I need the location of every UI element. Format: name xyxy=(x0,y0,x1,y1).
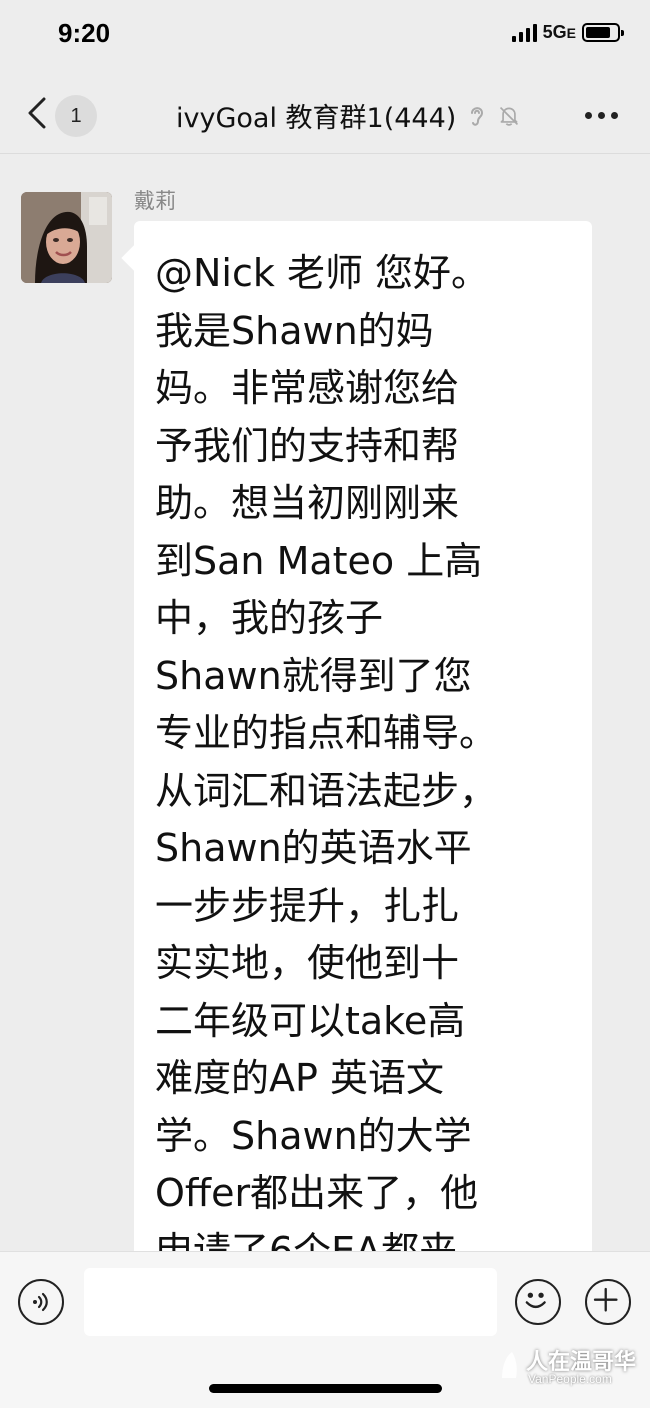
chevron-left-icon xyxy=(28,97,46,129)
back-button[interactable] xyxy=(26,96,54,130)
message-line: 二年级可以take高 xyxy=(155,998,466,1043)
message-text: @Nick 老师 您好。 我是Shawn的妈 妈。非常感谢您给 予我们的支持和帮 助。想… xyxy=(155,245,574,1251)
message-line: 实实地，使他到十 xyxy=(155,941,460,985)
message-line: 难度的AP 英语文 xyxy=(155,1056,444,1100)
plus-icon xyxy=(593,1287,618,1312)
voice-icon xyxy=(33,1292,48,1312)
message-line: 一步步提升，扎扎 xyxy=(155,883,460,928)
message-line: Shawn就得到了您 xyxy=(155,653,472,698)
watermark: 人在温哥华 VanPeople.com xyxy=(496,1344,650,1390)
message-bubble[interactable]: @Nick 老师 您好。 我是Shawn的妈 妈。非常感谢您给 予我们的支持和帮 助。想… xyxy=(134,221,592,1251)
message-line: @Nick 老师 您好。 xyxy=(155,251,490,295)
message-line: 予我们的支持和帮 xyxy=(155,423,460,468)
nav-bar: 1 ivyGoal 教育群1(444) xyxy=(0,70,650,154)
chat-title-group[interactable]: ivyGoal 教育群1(444) xyxy=(176,96,520,135)
dot xyxy=(611,112,618,119)
message-line: Offer都出来了，他 xyxy=(155,1171,479,1215)
chat-area[interactable]: 戴莉 @Nick 老师 您好。 我是Shawn的妈 妈。非常感谢您给 予我们的支持和帮… xyxy=(0,155,650,1251)
emoji-button[interactable] xyxy=(515,1279,561,1325)
message-line: 学。Shawn的大学 xyxy=(155,1113,472,1158)
more-button[interactable] xyxy=(585,112,618,119)
ear-icon xyxy=(471,106,484,126)
muted-bell-icon xyxy=(500,106,519,126)
message-line: 我是Shawn的妈 xyxy=(155,308,434,353)
battery-icon xyxy=(582,23,624,42)
sender-name: 戴莉 xyxy=(134,189,176,213)
message-line: 从词汇和语法起步， xyxy=(155,768,498,813)
watermark-logo-icon xyxy=(502,1352,517,1378)
unread-badge[interactable]: 1 xyxy=(55,95,97,137)
message-line: 中，我的孩子 xyxy=(155,596,384,640)
status-indicators: 5GE xyxy=(511,22,624,43)
message-line: Shawn的英语水平 xyxy=(155,826,472,870)
status-bar: 9:20 5GE xyxy=(0,0,650,70)
dot xyxy=(585,112,592,119)
home-indicator xyxy=(209,1384,442,1393)
network-type: 5GE xyxy=(542,22,576,42)
message-line: 专业的指点和辅导。 xyxy=(155,711,498,755)
message-input[interactable] xyxy=(84,1268,497,1336)
plus-button[interactable] xyxy=(585,1279,631,1325)
message-line: 妈。非常感谢您给 xyxy=(155,366,460,410)
chat-title: ivyGoal 教育群1(444) xyxy=(176,103,457,134)
voice-button[interactable] xyxy=(18,1279,64,1325)
battery-fill xyxy=(586,27,610,38)
message-line: 助。想当初刚刚来 xyxy=(155,481,460,525)
status-time: 9:20 xyxy=(58,18,111,48)
watermark-subtext: VanPeople.com xyxy=(528,1372,612,1386)
dot xyxy=(598,112,605,119)
emoji-icon xyxy=(525,1292,546,1308)
message-line: 申请了6个EA都来 xyxy=(155,1228,458,1252)
signal-icon xyxy=(511,23,537,42)
message-line: 到San Mateo 上高 xyxy=(155,538,483,583)
avatar-photo xyxy=(21,192,112,283)
avatar[interactable] xyxy=(21,192,112,283)
